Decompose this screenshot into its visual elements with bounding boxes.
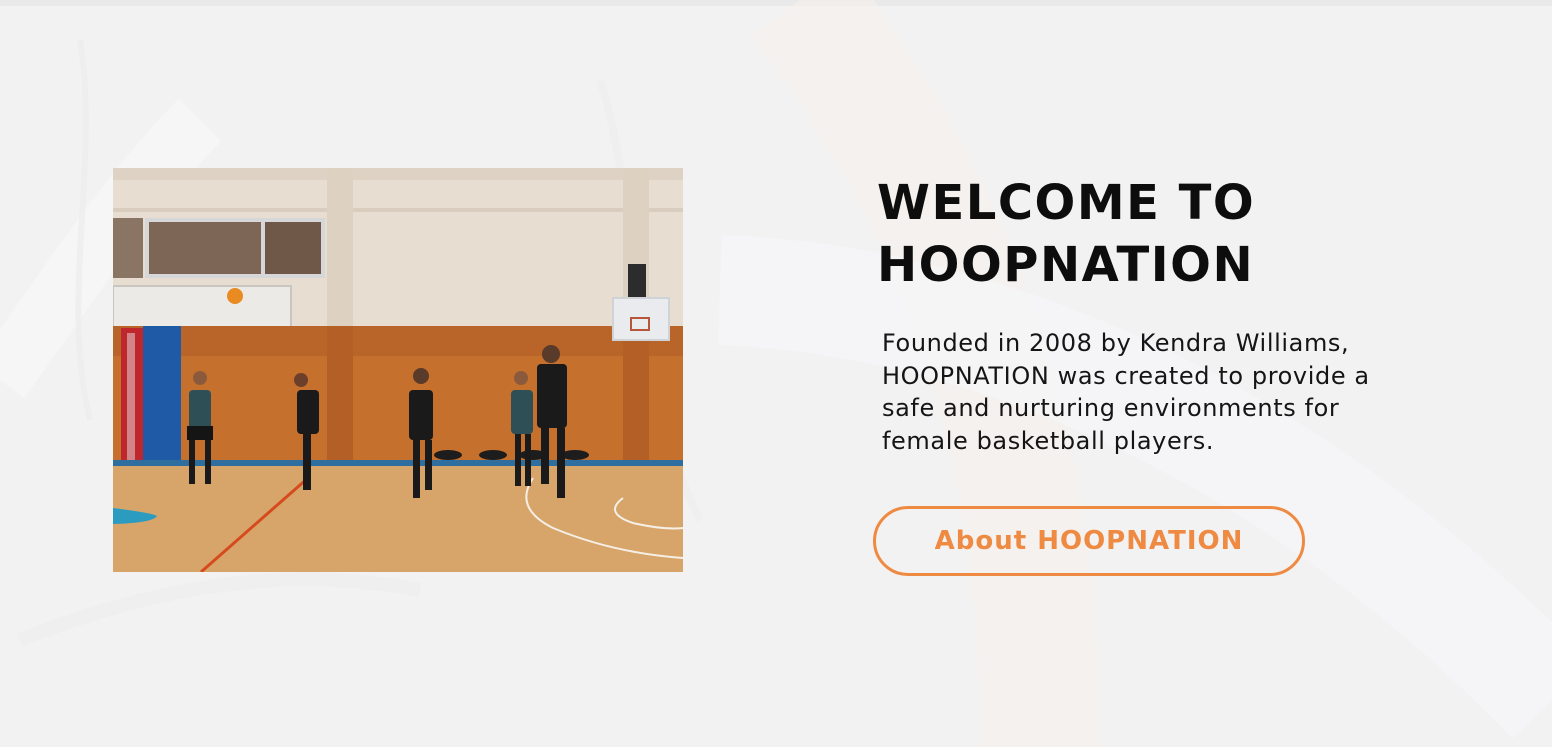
headline-line-1: WELCOME TO — [877, 175, 1256, 231]
about-hoopnation-button[interactable]: About HOOPNATION — [873, 506, 1305, 576]
hero-headline: WELCOME TO HOOPNATION — [877, 172, 1437, 296]
description-line-1: Founded in 2008 by Kendra Williams, — [882, 329, 1350, 357]
headline-line-2: HOOPNATION — [877, 237, 1255, 293]
volleyball-gym-illustration — [113, 168, 683, 572]
description-line-3: safe and nurturing environments for — [882, 394, 1340, 422]
top-strip — [0, 0, 1552, 6]
description-line-4: female basketball players. — [882, 426, 1215, 455]
hero-photo — [113, 168, 683, 572]
hero-description: Founded in 2008 by Kendra Williams, HOOP… — [882, 327, 1462, 457]
description-line-2: HOOPNATION was created to provide a — [882, 361, 1370, 390]
